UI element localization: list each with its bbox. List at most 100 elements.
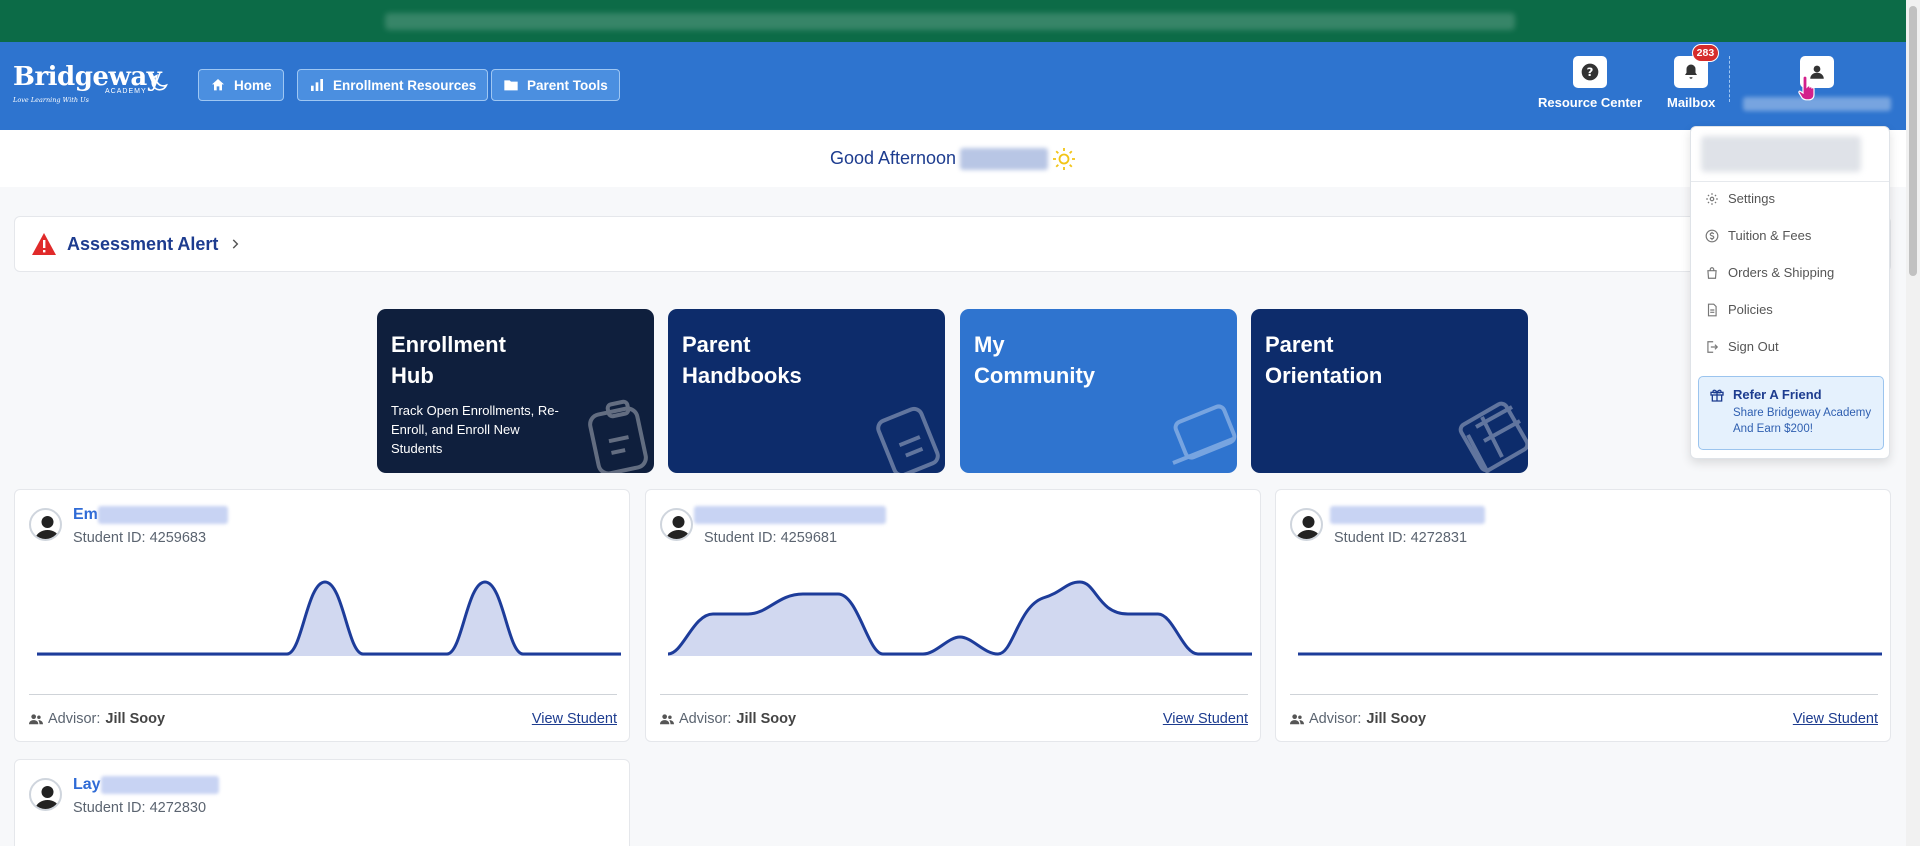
tile-description: Track Open Enrollments, Re-Enroll, and E… [391,403,559,456]
users-icon [660,714,674,725]
student-name-link[interactable]: Em [73,506,228,524]
student-name-link[interactable] [694,506,886,524]
bell-icon [1685,64,1698,79]
student-avatar [29,778,62,811]
enrollment-hub-tile[interactable]: Enrollment Hub Track Open Enrollments, Re… [377,309,654,473]
sun-icon [1053,147,1076,170]
orders-shipping-menu-item[interactable]: Orders & Shipping [1705,265,1834,280]
advisor-info: Advisor: Jill Sooy [660,711,796,727]
help-question-icon: ? [1581,63,1599,81]
mailbox-label: Mailbox [1667,95,1716,110]
advisor-name: Jill Sooy [736,711,797,727]
student-name-redacted [97,506,228,524]
tile-title-line2: Hub [391,363,434,388]
student-id: Student ID: 4272830 [73,800,207,816]
advisor-name: Jill Sooy [1366,711,1427,727]
view-student-link[interactable]: View Student [532,711,617,727]
bar-chart-icon [311,79,323,91]
user-email-redacted [1701,136,1861,172]
tile-title-line1: Parent [682,332,751,357]
users-icon [1290,714,1304,725]
policies-label: Policies [1728,302,1773,317]
enrollment-resources-label: Enrollment Resources [333,77,477,93]
student-id: Student ID: 4259681 [704,530,838,546]
advisor-name: Jill Sooy [105,711,166,727]
bridgeway-logo[interactable]: Bridgeway ACADEMY Love Learning With Us [13,62,162,104]
refer-a-friend-card[interactable]: Refer A Friend Share Bridgeway Academy A… [1698,376,1884,450]
student-id: Student ID: 4272831 [1334,530,1468,546]
greeting-text: Good Afternoon [829,148,957,168]
parent-tools-button[interactable]: Parent Tools [491,69,620,101]
logo-sub: ACADEMY [105,88,147,95]
student-card: Lay Student ID: 4272830 [14,759,630,846]
scrollbar-thumb[interactable] [1909,6,1917,276]
tile-title-line1: Parent [1265,332,1334,357]
assessment-alert-bar[interactable]: Assessment Alert [14,216,1891,272]
student-name-link[interactable] [1330,506,1485,524]
users-icon [29,714,43,725]
dark-mode-moon-icon[interactable] [148,72,170,94]
student-name-redacted [694,506,886,524]
advisor-label: Advisor: [48,711,101,727]
dollar-circle-icon [1705,229,1719,242]
document-icon [1707,303,1717,316]
my-community-tile[interactable]: My Community [960,309,1237,473]
student-name-redacted [100,776,219,794]
tile-title-line1: Enrollment [391,332,506,357]
mailbox-button[interactable]: 283 Mailbox [1667,44,1720,110]
resource-center-button[interactable]: ? Resource Center [1538,56,1642,110]
sign-out-icon [1707,340,1719,353]
orders-shipping-label: Orders & Shipping [1728,265,1835,280]
mailbox-count-badge: 283 [1691,44,1720,62]
settings-menu-item[interactable]: Settings [1705,191,1775,206]
page-scrollbar[interactable] [1906,0,1920,846]
refer-title: Refer A Friend [1733,387,1822,402]
home-icon [212,79,224,91]
card-divider [29,694,617,695]
view-student-link[interactable]: View Student [1163,711,1248,727]
tuition-fees-menu-item[interactable]: Tuition & Fees [1705,228,1811,243]
student-avatar [29,508,62,541]
enrollment-resources-button[interactable]: Enrollment Resources [297,69,489,101]
parent-orientation-tile[interactable]: Parent Orientation [1251,309,1528,473]
parent-tools-label: Parent Tools [527,77,608,93]
advisor-info: Advisor: Jill Sooy [29,711,165,727]
profile-dropdown-menu: Settings Tuition & Fees Orders & Shippin… [1690,126,1890,459]
top-navigation-bar: Bridgeway ACADEMY Love Learning With Us … [0,42,1906,130]
announcement-banner [0,0,1920,42]
tile-title-line1: My [974,332,1005,357]
student-id: Student ID: 4259683 [73,530,207,546]
laptop-icon [1172,404,1237,465]
logo-tagline: Love Learning With Us [13,96,89,104]
header-divider [1729,56,1730,102]
assessment-alert-title: Assessment Alert [67,233,219,254]
advisor-info: Advisor: Jill Sooy [1290,711,1426,727]
tile-title-line2: Handbooks [682,363,802,388]
home-button[interactable]: Home [198,69,284,101]
home-label: Home [234,77,272,93]
view-student-link[interactable]: View Student [1793,711,1878,727]
hand-cursor-icon [1798,75,1815,101]
student-card: Student ID: 4272831 Advisor: Jill Sooy Vi… [1275,489,1891,742]
chevron-right-icon [233,239,239,249]
student-name-redacted [1330,506,1485,524]
student-name-link[interactable]: Lay [73,776,219,794]
dropdown-divider [1691,181,1889,182]
refer-subtitle: Share Bridgeway Academy And Earn $200! [1733,407,1872,435]
greeting-bar: Good Afternoon [0,130,1906,187]
folder-icon [504,80,518,91]
student-card: Student ID: 4259681 Advisor: Jill Sooy Vi… [645,489,1261,742]
tuition-fees-label: Tuition & Fees [1728,228,1812,243]
policies-menu-item[interactable]: Policies [1705,302,1773,317]
svg-text:?: ? [1587,65,1594,79]
greeting-name-redacted [960,147,1049,170]
book-icon [876,406,940,473]
tile-title-line2: Community [974,363,1095,388]
logo-name: Bridgeway [13,62,162,92]
sign-out-menu-item[interactable]: Sign Out [1705,339,1779,354]
sign-out-label: Sign Out [1728,339,1779,354]
parent-handbooks-tile[interactable]: Parent Handbooks [668,309,945,473]
gear-icon [1706,192,1718,205]
banner-text-redacted [385,13,1515,30]
card-divider [660,694,1248,695]
